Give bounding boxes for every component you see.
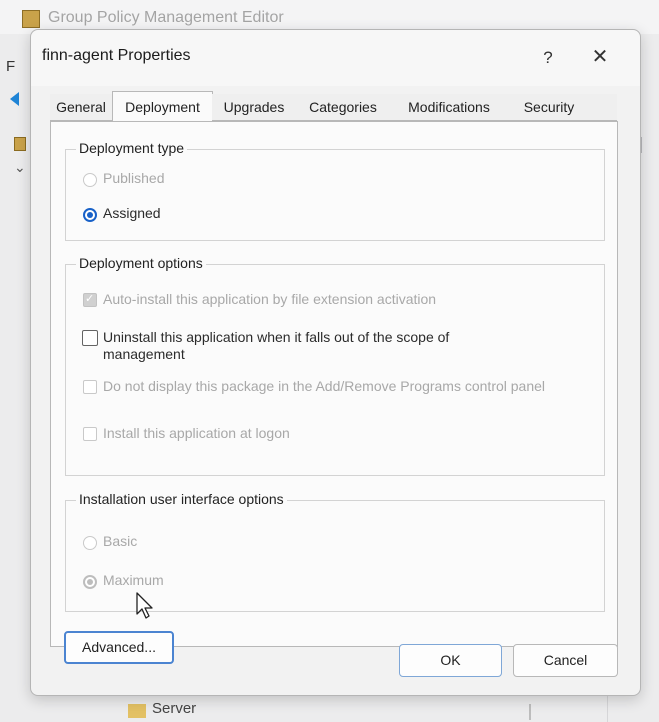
uninstall-out-of-scope-checkbox[interactable] <box>82 330 98 346</box>
folder-icon <box>128 704 146 718</box>
published-radio[interactable] <box>83 173 97 187</box>
policy-icon <box>14 137 26 151</box>
uninstall-out-of-scope-label: Uninstall this application when it falls… <box>103 329 450 362</box>
auto-install-label: Auto-install this application by file ex… <box>103 291 437 307</box>
assigned-radio[interactable] <box>83 208 97 222</box>
deployment-options-title: Deployment options <box>76 255 206 271</box>
cancel-button[interactable]: Cancel <box>513 644 618 677</box>
help-button[interactable]: ? <box>534 44 562 72</box>
tab-security[interactable]: Security <box>508 94 590 121</box>
tab-general[interactable]: General <box>50 94 112 121</box>
published-label: Published <box>103 170 165 186</box>
maximum-radio[interactable] <box>83 575 97 589</box>
deployment-options-group: Deployment options Auto-install this app… <box>65 255 605 476</box>
deployment-type-title: Deployment type <box>76 140 188 156</box>
dialog-titlebar[interactable]: finn-agent Properties ? ✕ <box>31 30 640 86</box>
tab-strip: General Deployment Upgrades Categories M… <box>50 91 617 123</box>
deployment-type-group: Deployment type Published Assigned <box>65 140 605 241</box>
footer-divider <box>529 704 531 720</box>
mouse-cursor-icon <box>136 592 153 619</box>
dialog-title: finn-agent Properties <box>42 47 191 64</box>
back-arrow-icon[interactable] <box>10 92 19 106</box>
hide-add-remove-label: Do not display this package in the Add/R… <box>103 378 546 394</box>
install-at-logon-checkbox[interactable] <box>83 427 97 441</box>
menu-file-partial[interactable]: F <box>6 58 15 75</box>
basic-radio[interactable] <box>83 536 97 550</box>
chevron-down-icon[interactable]: ⌄ <box>14 159 26 176</box>
tab-deployment[interactable]: Deployment <box>112 91 213 123</box>
assigned-label: Assigned <box>103 205 161 221</box>
tree-item-server[interactable]: Server <box>152 700 196 717</box>
auto-install-checkbox[interactable] <box>83 292 97 307</box>
close-button[interactable]: ✕ <box>584 43 616 71</box>
tab-strip-filler <box>590 94 617 121</box>
advanced-button[interactable]: Advanced... <box>64 631 174 664</box>
basic-label: Basic <box>103 533 138 549</box>
background-window-title: Group Policy Management Editor <box>48 9 284 26</box>
properties-dialog: finn-agent Properties ? ✕ General Deploy… <box>30 29 641 696</box>
install-at-logon-label: Install this application at logon <box>103 425 290 441</box>
maximum-label: Maximum <box>103 572 164 588</box>
tab-modifications[interactable]: Modifications <box>390 94 508 121</box>
hide-add-remove-checkbox[interactable] <box>83 380 97 394</box>
tab-categories[interactable]: Categories <box>296 94 390 121</box>
app-icon <box>22 10 40 28</box>
tab-upgrades[interactable]: Upgrades <box>212 94 296 121</box>
installation-ui-title: Installation user interface options <box>76 491 287 507</box>
deployment-tab-panel: Deployment type Published Assigned Deplo… <box>50 121 618 664</box>
ok-button[interactable]: OK <box>399 644 502 677</box>
